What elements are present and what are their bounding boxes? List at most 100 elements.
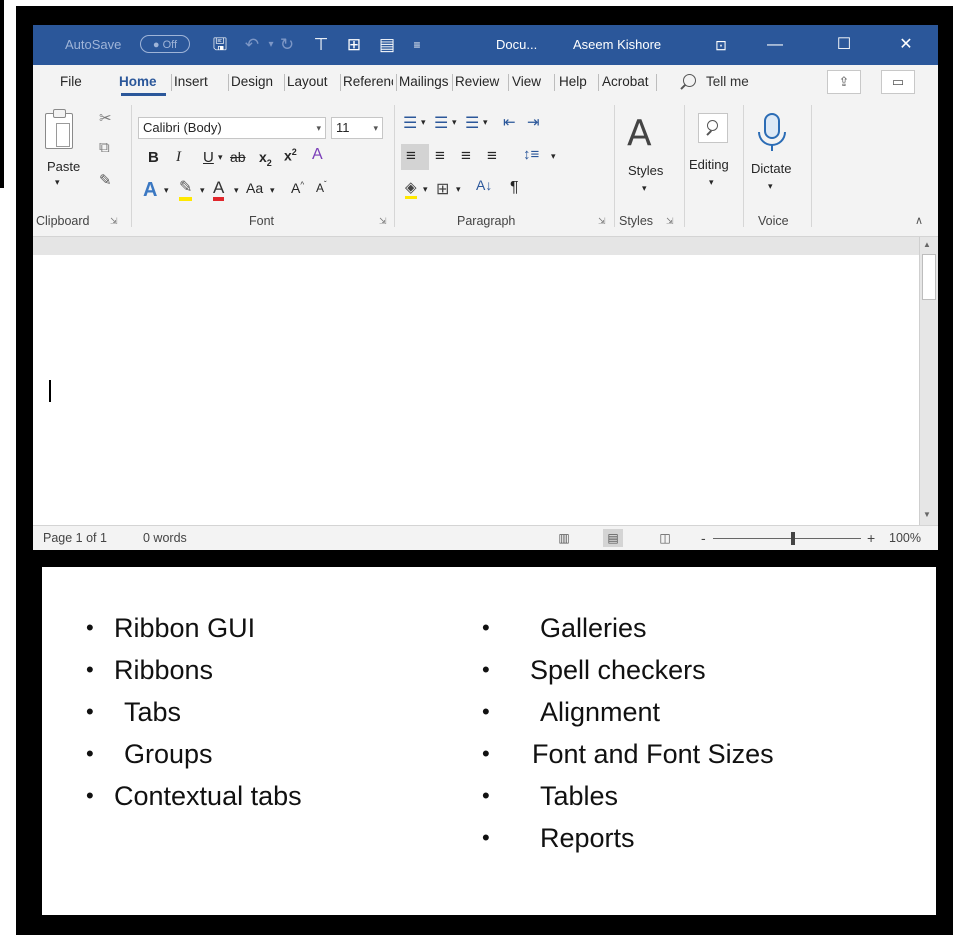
word-count[interactable]: 0 words [143, 526, 187, 550]
sort-icon[interactable]: A↓ [476, 177, 492, 193]
page-count[interactable]: Page 1 of 1 [43, 526, 107, 550]
print-layout-icon[interactable]: ▤ [603, 529, 623, 547]
font-color-icon[interactable]: A [213, 178, 225, 201]
decrease-indent-icon[interactable]: ⇤ [503, 113, 516, 131]
minimize-icon[interactable]: — [752, 25, 798, 65]
comments-icon[interactable]: ▭ [881, 70, 915, 94]
editing-button[interactable]: Editing [689, 157, 729, 172]
tab-review[interactable]: Review [455, 65, 505, 99]
format-painter-icon[interactable]: ✎ [99, 171, 112, 189]
present-icon[interactable]: ⊤ [309, 25, 333, 65]
text-effects-icon[interactable]: A [143, 179, 157, 202]
tab-design[interactable]: Design [231, 65, 281, 99]
bold-icon[interactable]: B [148, 149, 159, 166]
tab-help[interactable]: Help [559, 65, 595, 99]
shading-icon[interactable]: ◈ [405, 179, 417, 199]
tell-me-input[interactable]: Tell me [706, 65, 749, 99]
ribbon-display-options-icon[interactable]: ⊡ [709, 25, 733, 65]
align-right-icon[interactable]: ≡ [461, 146, 471, 166]
read-mode-icon[interactable]: ▥ [554, 529, 574, 547]
underline-icon[interactable]: U [203, 149, 214, 166]
font-color-dropdown-icon[interactable]: ▾ [234, 185, 239, 196]
align-center-icon[interactable]: ≡ [435, 146, 445, 166]
redo-icon[interactable]: ↻ [275, 25, 299, 65]
highlight-dropdown-icon[interactable]: ▾ [200, 185, 205, 196]
vertical-scrollbar[interactable]: ▲ ▼ [919, 237, 938, 525]
dictate-dropdown-icon[interactable]: ▾ [768, 181, 773, 192]
font-size-select[interactable]: 11 ▾ [331, 117, 383, 139]
numbering-dropdown-icon[interactable]: ▾ [452, 117, 457, 128]
borders-icon[interactable]: ⊞ [436, 179, 449, 199]
cut-icon[interactable]: ✂ [99, 109, 112, 127]
autosave-toggle[interactable]: ● Off [140, 35, 190, 53]
web-layout-icon[interactable]: ◫ [655, 529, 675, 547]
bullets-icon[interactable]: ☰ [403, 113, 417, 133]
org-chart-icon[interactable]: ⊞ [342, 25, 366, 65]
tell-me-search-icon[interactable] [683, 74, 696, 87]
bullets-dropdown-icon[interactable]: ▾ [421, 117, 426, 128]
copy-icon[interactable]: ⧉ [99, 139, 110, 156]
tab-layout[interactable]: Layout [287, 65, 337, 99]
multilevel-dropdown-icon[interactable]: ▾ [483, 117, 488, 128]
line-spacing-dropdown-icon[interactable]: ▾ [551, 151, 556, 162]
styles-launcher-icon[interactable]: ⇲ [666, 216, 674, 227]
document-icon[interactable]: ▤ [375, 25, 399, 65]
zoom-out-button[interactable]: - [701, 526, 706, 550]
paste-icon[interactable] [45, 109, 73, 149]
line-spacing-icon[interactable]: ↕≡ [523, 146, 539, 163]
underline-dropdown-icon[interactable]: ▾ [218, 152, 223, 163]
zoom-in-button[interactable]: + [867, 526, 875, 550]
numbering-icon[interactable]: ☰ [434, 113, 448, 133]
scroll-down-icon[interactable]: ▼ [923, 510, 931, 519]
superscript-icon[interactable]: x2 [284, 147, 297, 164]
change-case-dropdown-icon[interactable]: ▾ [270, 185, 275, 196]
shading-dropdown-icon[interactable]: ▾ [423, 184, 428, 195]
zoom-slider-thumb[interactable] [791, 532, 795, 545]
save-icon[interactable]: 🖫 [208, 25, 232, 65]
styles-button[interactable]: Styles [628, 163, 663, 178]
tab-acrobat[interactable]: Acrobat [602, 65, 652, 99]
paste-dropdown-icon[interactable]: ▾ [55, 177, 60, 188]
shrink-font-icon[interactable]: Aˇ [316, 180, 327, 195]
styles-dropdown-icon[interactable]: ▾ [642, 183, 647, 194]
scroll-up-icon[interactable]: ▲ [923, 240, 931, 249]
share-icon[interactable]: ⇪ [827, 70, 861, 94]
zoom-slider-track[interactable] [713, 538, 861, 539]
italic-icon[interactable]: I [176, 149, 181, 166]
tab-view[interactable]: View [512, 65, 550, 99]
styles-icon[interactable]: A [627, 113, 652, 154]
tab-references[interactable]: References [343, 65, 393, 99]
collapse-ribbon-icon[interactable]: ∧ [915, 214, 923, 227]
paragraph-launcher-icon[interactable]: ⇲ [598, 216, 606, 227]
change-case-icon[interactable]: Aa [246, 180, 263, 196]
subscript-icon[interactable]: x2 [259, 149, 272, 168]
highlight-icon[interactable]: ✎ [179, 179, 193, 201]
tab-insert[interactable]: Insert [174, 65, 224, 99]
font-launcher-icon[interactable]: ⇲ [379, 216, 387, 227]
justify-icon[interactable]: ≡ [487, 146, 497, 166]
dictate-button[interactable]: Dictate [751, 161, 791, 176]
show-hide-icon[interactable]: ¶ [510, 179, 519, 197]
borders-dropdown-icon[interactable]: ▾ [456, 184, 461, 195]
strikethrough-icon[interactable]: ab [230, 149, 246, 165]
document-page[interactable] [33, 255, 919, 525]
close-icon[interactable]: ✕ [883, 25, 929, 65]
font-name-select[interactable]: Calibri (Body) ▾ [138, 117, 326, 139]
zoom-level[interactable]: 100% [889, 526, 921, 550]
user-name[interactable]: Aseem Kishore [573, 25, 661, 65]
clipboard-launcher-icon[interactable]: ⇲ [110, 216, 118, 227]
paste-button[interactable]: Paste [47, 159, 80, 174]
increase-indent-icon[interactable]: ⇥ [527, 113, 540, 131]
scroll-thumb[interactable] [922, 254, 936, 300]
clear-formatting-icon[interactable]: A [312, 146, 323, 164]
text-effects-dropdown-icon[interactable]: ▾ [164, 185, 169, 196]
editing-search-icon[interactable] [698, 113, 728, 143]
multilevel-list-icon[interactable]: ☰ [465, 113, 479, 133]
tab-file[interactable]: File [60, 65, 90, 99]
maximize-icon[interactable]: ☐ [821, 25, 867, 65]
grow-font-icon[interactable]: A^ [291, 180, 304, 196]
tab-mailings[interactable]: Mailings [399, 65, 449, 99]
editing-dropdown-icon[interactable]: ▾ [709, 177, 714, 188]
tab-home[interactable]: Home [119, 65, 168, 99]
customize-toolbar-icon[interactable]: ≡ [405, 25, 429, 65]
